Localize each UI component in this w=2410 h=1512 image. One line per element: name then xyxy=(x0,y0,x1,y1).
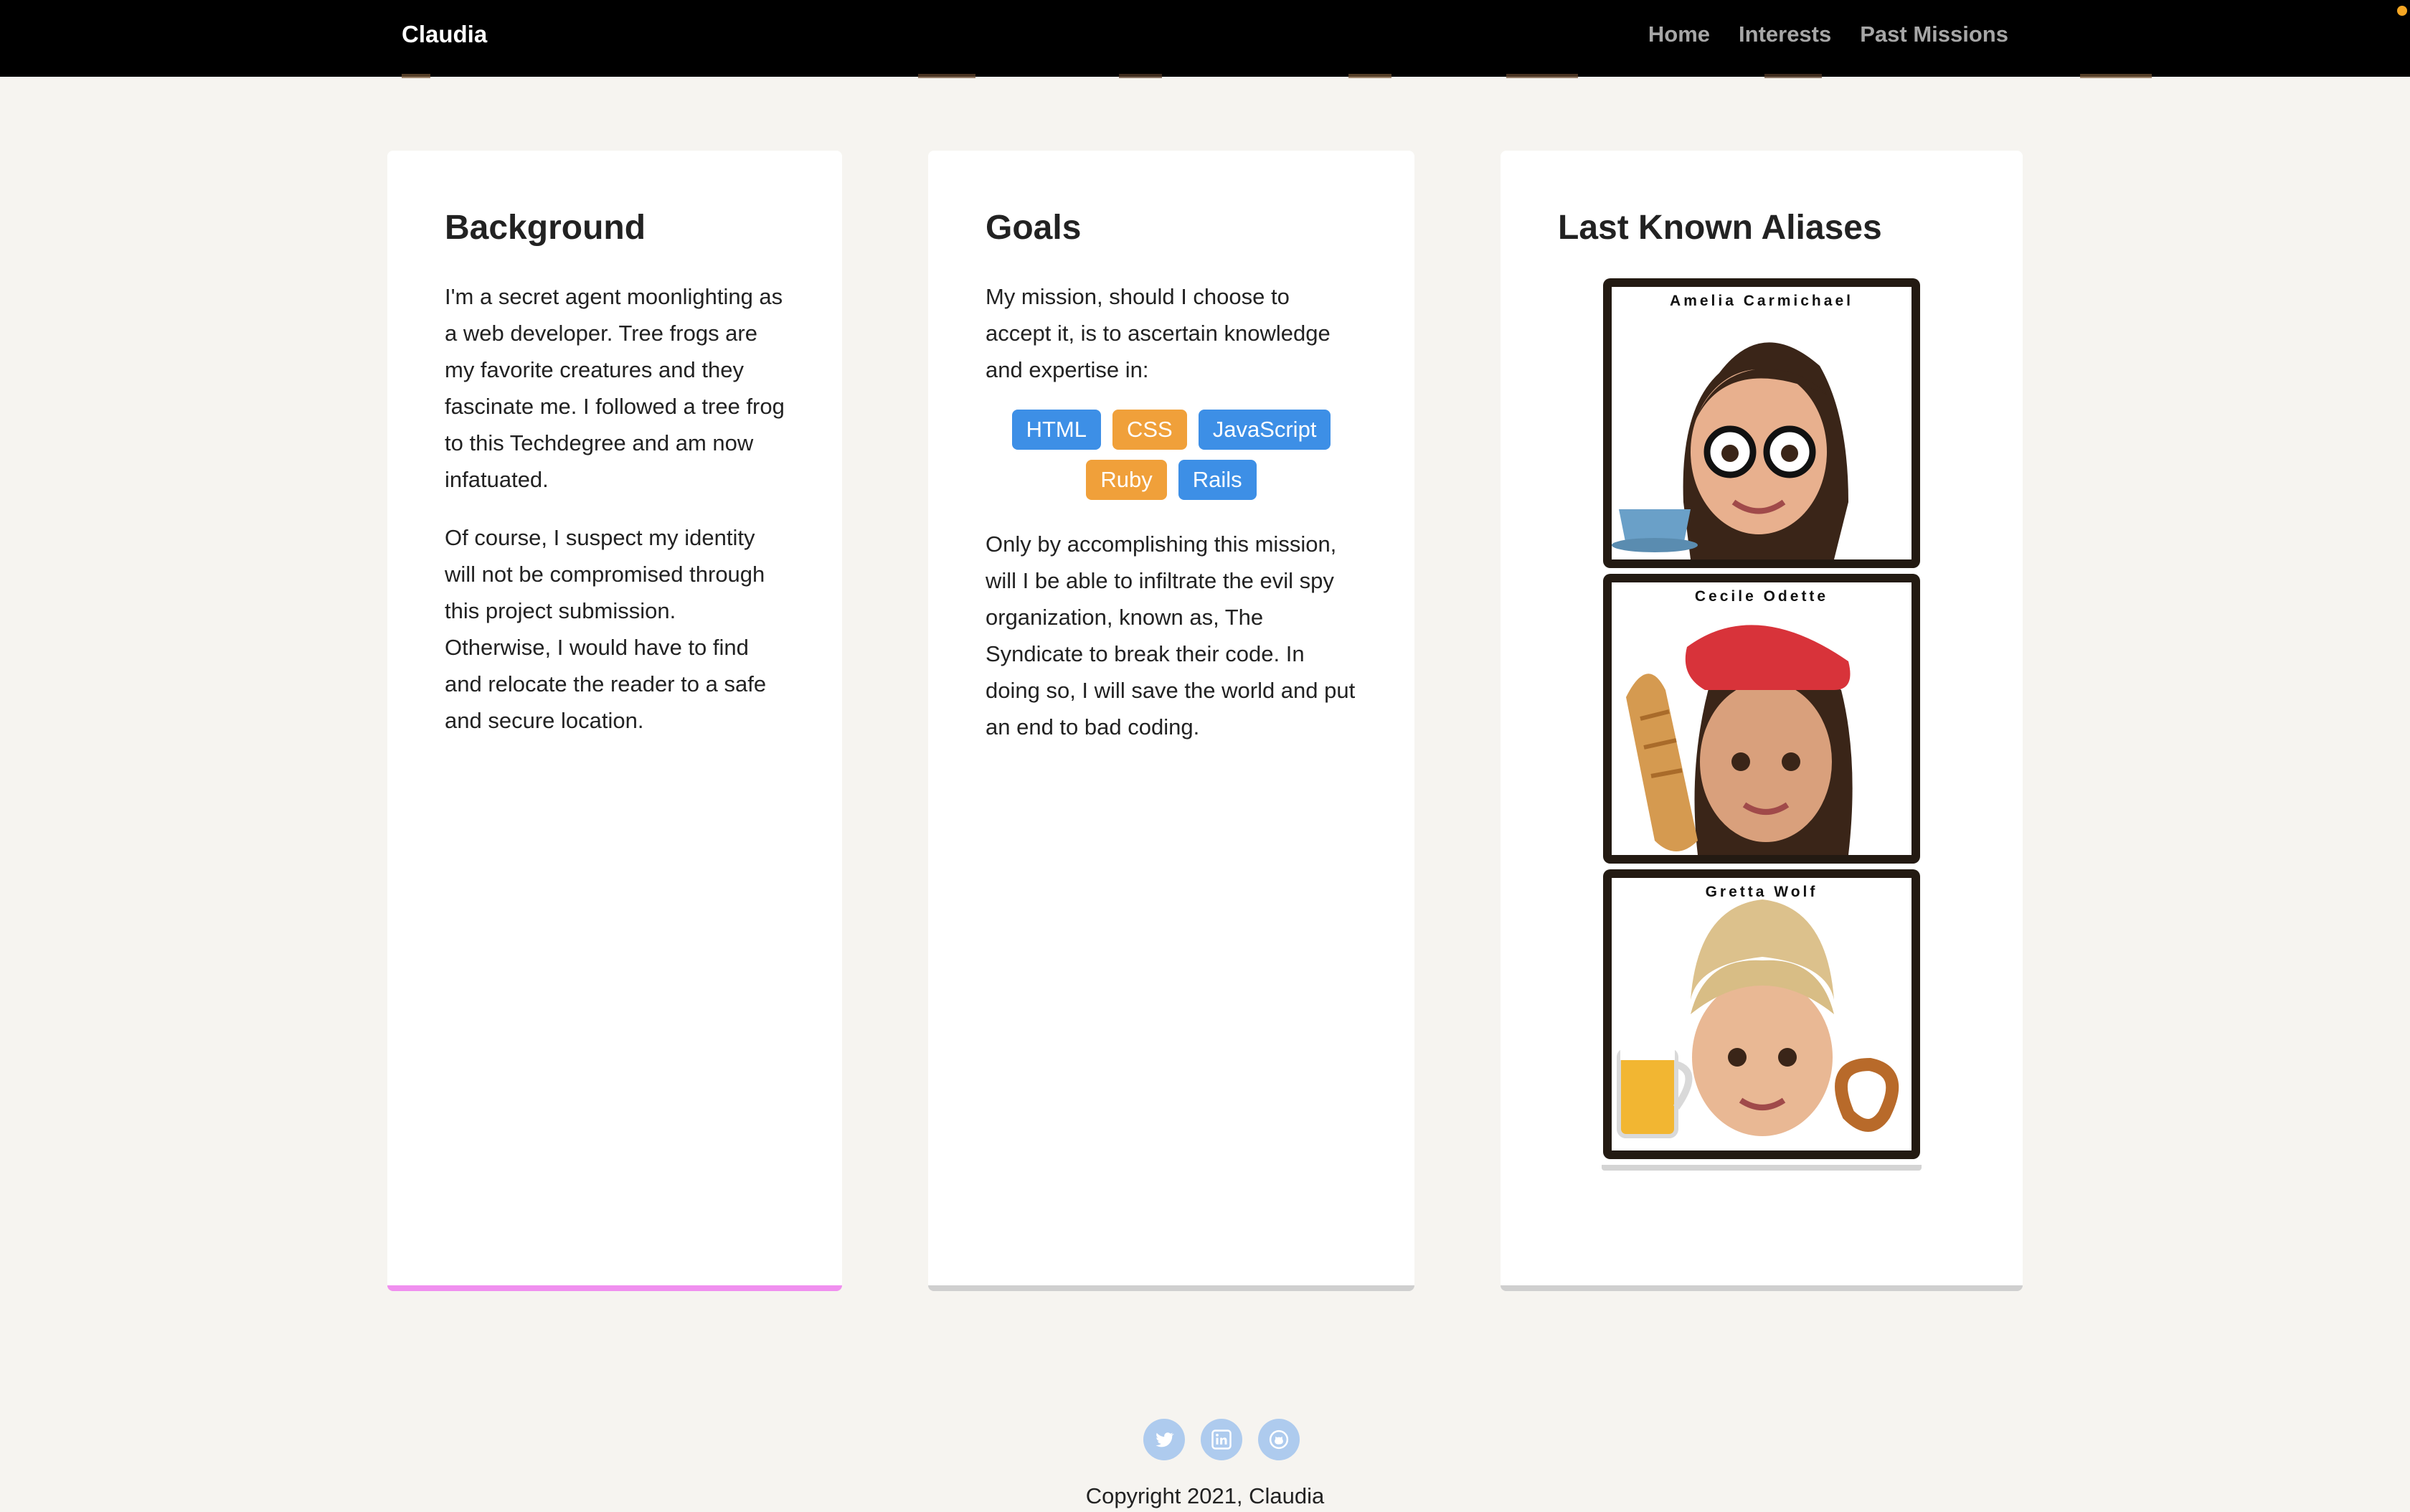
aliases-card: Last Known Aliases Amelia Carmichael Cec… xyxy=(1501,151,2023,1291)
background-paragraph-2: Of course, I suspect my identity will no… xyxy=(445,525,767,733)
goals-title: Goals xyxy=(986,209,1082,247)
avatar-gretta-image xyxy=(1617,899,1899,1138)
skill-badge-rails: Rails xyxy=(1178,460,1257,500)
nav-link-interests[interactable]: Interests xyxy=(1739,20,1831,49)
github-link[interactable] xyxy=(1258,1419,1300,1460)
nav-link-past-missions[interactable]: Past Missions xyxy=(1860,20,2008,49)
alias-frame-gretta: Gretta Wolf xyxy=(1603,869,1920,1159)
linkedin-link[interactable] xyxy=(1201,1419,1242,1460)
background-title: Background xyxy=(445,209,646,247)
aliases-title: Last Known Aliases xyxy=(1558,209,1882,247)
nav-link-home[interactable]: Home xyxy=(1648,20,1710,49)
twitter-link[interactable] xyxy=(1143,1419,1185,1460)
header-hero-edge xyxy=(0,74,2410,78)
skill-badge-css: CSS xyxy=(1112,410,1187,450)
notification-dot xyxy=(2397,6,2407,16)
top-nav-bar: Claudia Home Interests Past Missions xyxy=(0,0,2410,78)
github-icon xyxy=(1269,1430,1289,1450)
alias-name-label: Cecile Odette xyxy=(1694,588,1829,605)
linkedin-icon xyxy=(1211,1430,1232,1450)
alias-portrait-gretta: Gretta Wolf xyxy=(1612,878,1912,1150)
goals-intro: My mission, should I choose to accept it… xyxy=(986,284,1331,382)
twitter-icon xyxy=(1156,1432,1174,1447)
alias-portrait-amelia: Amelia Carmichael xyxy=(1612,287,1912,559)
social-links xyxy=(1143,1419,1300,1460)
goals-card: Goals My mission, should I choose to acc… xyxy=(928,151,1414,1291)
background-paragraph-1: I'm a secret agent moonlighting as a web… xyxy=(445,284,785,492)
alias-name-label: Amelia Carmichael xyxy=(1670,293,1853,309)
background-card: Background I'm a secret agent moonlighti… xyxy=(387,151,842,1291)
alias-frame-amelia: Amelia Carmichael xyxy=(1603,278,1920,568)
alias-name-label: Gretta Wolf xyxy=(1705,884,1818,900)
copyright-text: Copyright 2021, Claudia xyxy=(1085,1483,1325,1508)
goals-outro: Only by accomplishing this mission, will… xyxy=(986,531,1356,740)
avatar-amelia-image xyxy=(1612,342,1848,559)
avatar-cecile-image xyxy=(1626,625,1853,855)
skill-badge-html: HTML xyxy=(1011,410,1101,450)
alias-gallery: Amelia Carmichael Cecile Odette Gretta W… xyxy=(1602,278,1922,1171)
site-brand[interactable]: Claudia xyxy=(402,20,487,49)
skill-badge-javascript: JavaScript xyxy=(1198,410,1331,450)
main-nav: Home Interests Past Missions xyxy=(1648,20,2008,49)
skill-badge-ruby: Ruby xyxy=(1086,460,1167,500)
alias-frame-cecile: Cecile Odette xyxy=(1603,574,1920,864)
alias-portrait-cecile: Cecile Odette xyxy=(1612,582,1912,855)
skill-badges: HTML CSS JavaScript Ruby Rails xyxy=(986,410,1357,500)
